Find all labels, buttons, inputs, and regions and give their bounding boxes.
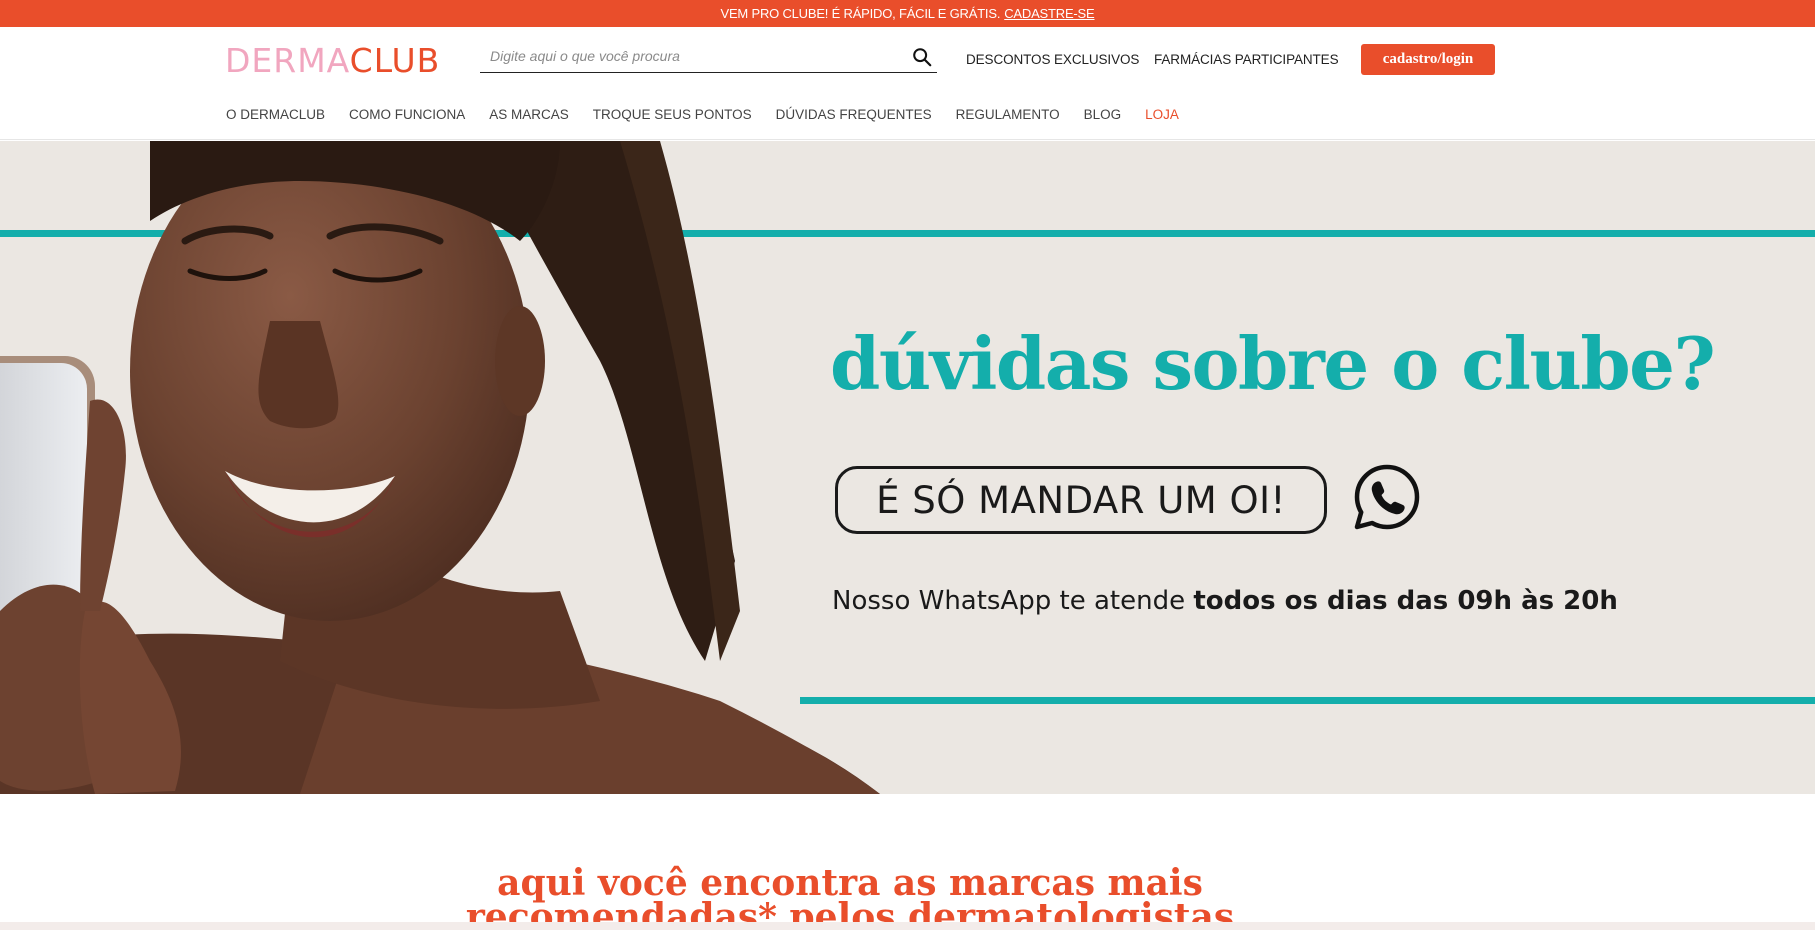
bottom-cookie-bar — [0, 922, 1815, 930]
logo-derma: DERMA — [225, 41, 350, 80]
promo-bar: VEM PRO CLUBE! É RÁPIDO, FÁCIL E GRÁTIS.… — [0, 0, 1815, 27]
login-button[interactable]: cadastro/login — [1361, 44, 1495, 75]
dermaclub-logo[interactable]: DERMACLUB — [225, 41, 440, 81]
nav-item-as-marcas[interactable]: AS MARCAS — [489, 107, 569, 122]
search-bar — [480, 41, 937, 73]
promo-text: VEM PRO CLUBE! É RÁPIDO, FÁCIL E GRÁTIS. — [720, 6, 1001, 21]
descontos-exclusivos-link[interactable]: DESCONTOS EXCLUSIVOS — [966, 52, 1139, 67]
nav-item-troque-seus-pontos[interactable]: TROQUE SEUS PONTOS — [593, 107, 752, 122]
hero-title: dúvidas sobre o clube? — [830, 321, 1716, 406]
say-hi-button[interactable]: É SÓ MANDAR UM OI! — [835, 466, 1327, 534]
brands-title-line1: aqui você encontra as marcas mais — [497, 862, 1203, 904]
search-input[interactable] — [480, 41, 900, 71]
nav-item-como-funciona[interactable]: COMO FUNCIONA — [349, 107, 465, 122]
hero-subtitle-bold: todos os dias das 09h às 20h — [1193, 586, 1618, 616]
woman-with-phone-image — [0, 141, 880, 794]
logo-club: CLUB — [349, 41, 441, 80]
farmacias-participantes-link[interactable]: FARMÁCIAS PARTICIPANTES — [1154, 52, 1339, 67]
nav-item-duvidas-frequentes[interactable]: DÚVIDAS FREQUENTES — [776, 107, 932, 122]
hero-subtitle-regular: Nosso WhatsApp te atende — [832, 586, 1194, 616]
whatsapp-icon[interactable] — [1353, 463, 1421, 531]
nav-item-o-dermaclub[interactable]: O DERMACLUB — [226, 107, 325, 122]
site-header: DERMACLUB DESCONTOS EXCLUSIVOS FARMÁCIAS… — [0, 27, 1815, 140]
search-icon[interactable] — [911, 46, 933, 68]
nav-item-loja[interactable]: LOJA — [1145, 107, 1179, 122]
brands-section-title: aqui você encontra as marcas mais recome… — [0, 862, 1700, 930]
nav-item-blog[interactable]: BLOG — [1084, 107, 1122, 122]
teal-stripe-bottom — [800, 697, 1815, 704]
main-nav: O DERMACLUB COMO FUNCIONA AS MARCAS TROQ… — [226, 107, 1179, 122]
hero-banner[interactable]: dúvidas sobre o clube? É SÓ MANDAR UM OI… — [0, 141, 1815, 794]
nav-item-regulamento[interactable]: REGULAMENTO — [956, 107, 1060, 122]
hero-subtitle: Nosso WhatsApp te atende todos os dias d… — [832, 586, 1618, 616]
signup-link[interactable]: CADASTRE-SE — [1004, 6, 1094, 21]
